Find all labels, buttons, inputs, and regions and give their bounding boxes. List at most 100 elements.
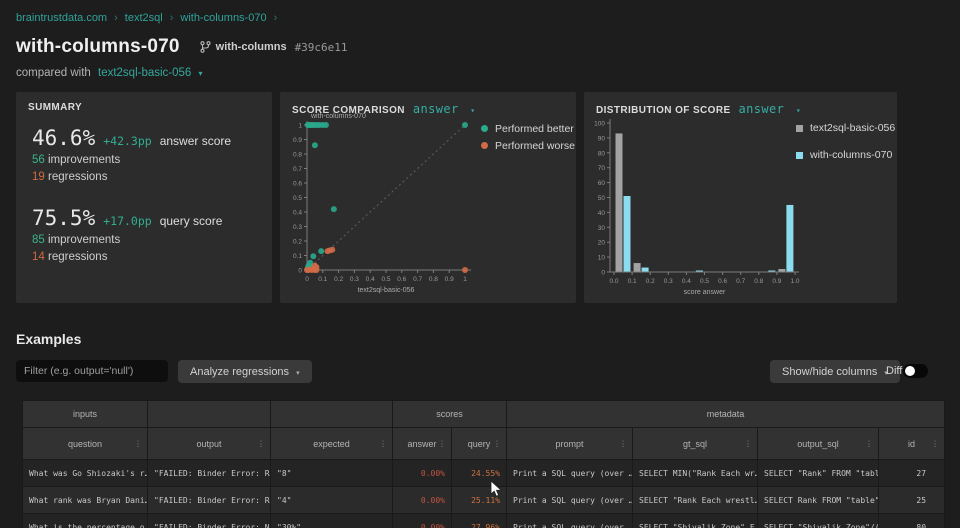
diff-toggle[interactable] xyxy=(903,364,928,378)
breadcrumb-project[interactable]: text2sql xyxy=(125,12,163,24)
cell-prompt[interactable]: Print a SQL query (over … xyxy=(507,487,633,514)
cell-gt-sql[interactable]: SELECT MIN("Rank Each wr… xyxy=(633,460,758,487)
compared-experiment-link[interactable]: text2sql-basic-056 xyxy=(98,67,191,79)
git-branch-icon xyxy=(200,41,211,53)
table-row[interactable]: What rank was Bryan Dani… "FAILED: Binde… xyxy=(23,487,945,514)
cell-output[interactable]: "FAILED: Binder Error: N… xyxy=(148,514,271,528)
svg-text:0.7: 0.7 xyxy=(413,276,422,283)
cell-id[interactable]: 27 xyxy=(879,460,945,487)
cell-question[interactable]: What was Go Shiozaki's r… xyxy=(23,460,148,487)
diff-toggle-knob xyxy=(905,366,915,376)
cell-query-score[interactable]: 25.11% xyxy=(452,487,507,514)
svg-text:0.1: 0.1 xyxy=(318,276,327,283)
answer-score-metric: 46.6% +42.3pp answer score 56 improvemen… xyxy=(32,126,264,184)
legend-performed-better: Performed better xyxy=(481,120,575,137)
cell-expected[interactable]: "8" xyxy=(271,460,393,487)
column-menu-icon[interactable]: ⋮ xyxy=(493,439,501,448)
cell-id[interactable]: 25 xyxy=(879,487,945,514)
cell-gt-sql[interactable]: SELECT "Shivalik Zone" F… xyxy=(633,514,758,528)
chevron-down-icon: ▾ xyxy=(470,106,475,115)
breadcrumb-org[interactable]: braintrustdata.com xyxy=(16,12,107,24)
cell-output-sql[interactable]: SELECT "Shivalik Zone"/(… xyxy=(758,514,879,528)
column-menu-icon[interactable]: ⋮ xyxy=(619,439,627,448)
column-header-answer[interactable]: answer⋮ xyxy=(393,428,452,460)
cell-prompt[interactable]: Print a SQL query (over … xyxy=(507,514,633,528)
cell-expected[interactable]: "30%" xyxy=(271,514,393,528)
column-header-expected[interactable]: expected⋮ xyxy=(271,428,393,460)
answer-regressions-count: 19 xyxy=(32,171,45,183)
title-row: with-columns-070 with-columns #39c6e11 xyxy=(16,36,348,58)
chevron-down-icon[interactable]: ▾ xyxy=(199,69,203,78)
cell-query-score[interactable]: 24.55% xyxy=(452,460,507,487)
page-title: with-columns-070 xyxy=(16,36,180,58)
cell-question[interactable]: What rank was Bryan Dani… xyxy=(23,487,148,514)
compared-with-row: compared with text2sql-basic-056 ▾ xyxy=(16,67,203,79)
examples-table: inputs scores metadata question⋮ output⋮… xyxy=(22,400,945,528)
histogram-legend: text2sql-basic-056 with-columns-070 xyxy=(796,120,895,174)
with-columns-070-label: with-columns-070 xyxy=(810,149,892,161)
cell-answer-score[interactable]: 0.00% xyxy=(393,514,452,528)
column-menu-icon[interactable]: ⋮ xyxy=(931,439,939,448)
svg-text:20: 20 xyxy=(598,240,606,247)
table-row[interactable]: What is the percentage o… "FAILED: Binde… xyxy=(23,514,945,528)
column-header-query[interactable]: query⋮ xyxy=(452,428,507,460)
examples-heading: Examples xyxy=(16,331,81,347)
cell-output-sql[interactable]: SELECT "Rank" FROM "tabl… xyxy=(758,460,879,487)
table-row[interactable]: What was Go Shiozaki's r… "FAILED: Binde… xyxy=(23,460,945,487)
column-header-output-sql[interactable]: output_sql⋮ xyxy=(758,428,879,460)
column-menu-icon[interactable]: ⋮ xyxy=(257,439,265,448)
svg-text:50: 50 xyxy=(598,195,606,202)
experiment-page: braintrustdata.com›text2sql›with-columns… xyxy=(0,0,960,528)
svg-text:0.5: 0.5 xyxy=(700,278,709,285)
cell-gt-sql[interactable]: SELECT "Rank Each wrestl… xyxy=(633,487,758,514)
column-header-id[interactable]: id⋮ xyxy=(879,428,945,460)
svg-text:0: 0 xyxy=(298,268,302,275)
cell-prompt[interactable]: Print a SQL query (over … xyxy=(507,460,633,487)
group-header-metadata: metadata xyxy=(507,401,945,428)
column-menu-icon[interactable]: ⋮ xyxy=(379,439,387,448)
basic-056-square-icon xyxy=(796,125,803,132)
commit-hash: #39c6e11 xyxy=(295,41,348,54)
cell-question[interactable]: What is the percentage o… xyxy=(23,514,148,528)
analyze-regressions-button[interactable]: Analyze regressions▾ xyxy=(178,360,312,383)
query-score-value: 75.5% xyxy=(32,206,95,230)
group-header-empty xyxy=(148,401,271,428)
column-menu-icon[interactable]: ⋮ xyxy=(134,439,142,448)
breadcrumb-separator: › xyxy=(170,12,174,24)
cell-output-sql[interactable]: SELECT Rank FROM "table"… xyxy=(758,487,879,514)
column-menu-icon[interactable]: ⋮ xyxy=(744,439,752,448)
svg-text:0.4: 0.4 xyxy=(293,210,302,217)
column-menu-icon[interactable]: ⋮ xyxy=(438,439,446,448)
column-header-question[interactable]: question⋮ xyxy=(23,428,148,460)
query-regressions-label: regressions xyxy=(48,251,107,263)
distribution-metric-dropdown[interactable]: answer ▾ xyxy=(739,102,802,116)
breadcrumb-experiment[interactable]: with-columns-070 xyxy=(180,12,266,24)
performed-worse-label: Performed worse xyxy=(495,140,575,152)
score-comparison-title-text: SCORE COMPARISON xyxy=(292,105,405,116)
svg-text:text2sql-basic-056: text2sql-basic-056 xyxy=(358,287,415,294)
column-menu-icon[interactable]: ⋮ xyxy=(865,439,873,448)
table-column-header-row: question⋮ output⋮ expected⋮ answer⋮ quer… xyxy=(23,428,945,460)
legend-performed-worse: Performed worse xyxy=(481,137,575,154)
column-header-output[interactable]: output⋮ xyxy=(148,428,271,460)
cell-answer-score[interactable]: 0.00% xyxy=(393,460,452,487)
filter-input[interactable] xyxy=(16,360,168,382)
svg-text:0.4: 0.4 xyxy=(366,276,375,283)
svg-text:0.7: 0.7 xyxy=(736,278,745,285)
chevron-down-icon: ▾ xyxy=(796,106,801,115)
summary-card-title: SUMMARY xyxy=(28,102,82,113)
cell-id[interactable]: 80 xyxy=(879,514,945,528)
show-hide-columns-button[interactable]: Show/hide columns▾ xyxy=(770,360,900,383)
cell-output[interactable]: "FAILED: Binder Error: R… xyxy=(148,460,271,487)
svg-text:score answer: score answer xyxy=(684,289,726,296)
column-header-prompt[interactable]: prompt⋮ xyxy=(507,428,633,460)
cell-output[interactable]: "FAILED: Binder Error: R… xyxy=(148,487,271,514)
column-header-gt-sql[interactable]: gt_sql⋮ xyxy=(633,428,758,460)
cell-query-score[interactable]: 27.96% xyxy=(452,514,507,528)
cell-expected[interactable]: "4" xyxy=(271,487,393,514)
cell-answer-score[interactable]: 0.00% xyxy=(393,487,452,514)
with-columns-070-square-icon xyxy=(796,152,803,159)
svg-text:30: 30 xyxy=(598,225,606,232)
score-comparison-metric-dropdown[interactable]: answer ▾ xyxy=(413,102,476,116)
diff-toggle-label: Diff xyxy=(886,365,902,377)
